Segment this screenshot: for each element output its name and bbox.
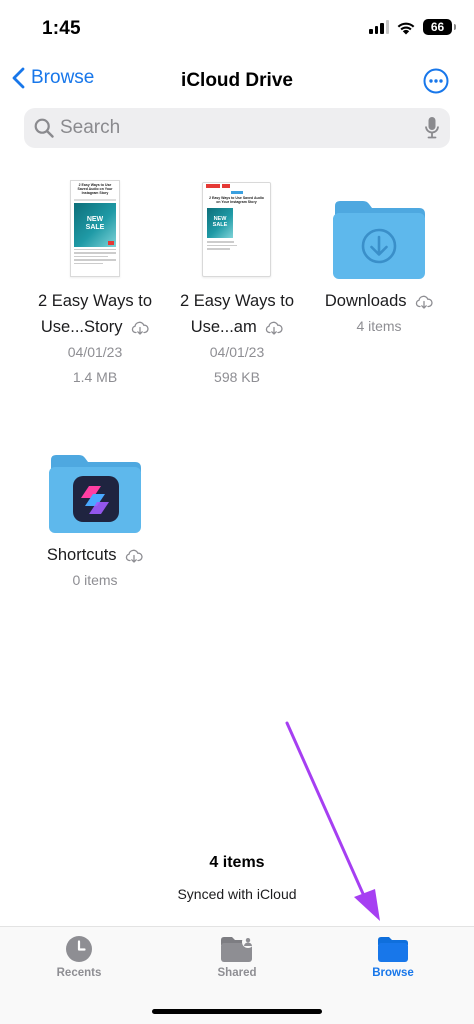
thumbnail-badge-sale: SALE [212,222,228,229]
search-input[interactable] [60,117,424,139]
tab-browse[interactable]: Browse [333,935,453,979]
tab-bar: Recents Shared Browse [0,926,474,1024]
navigation-bar: Browse iCloud Drive [0,58,474,106]
thumbnail-badge-new: NEW [86,215,104,223]
file-date: 04/01/23 [67,344,123,360]
home-indicator[interactable] [152,1009,322,1014]
thumbnail-image: NEW SALE [74,202,116,247]
folder-name: Downloads [324,292,407,310]
page-title: iCloud Drive [181,70,293,91]
file-name: 2 Easy Ways to [179,292,294,310]
battery-indicator: 66 [423,19,456,35]
file-size: 598 KB [214,369,260,385]
status-icons: 66 [369,19,456,35]
file-item[interactable]: 2 Easy Ways to Use Saved Audio on Your I… [24,176,166,396]
folder-item-downloads[interactable]: Downloads 4 items [308,176,450,346]
item-count: 4 items [209,854,265,871]
folder-icon [378,937,408,962]
file-name-line2: Use...am [190,318,257,336]
shared-folder-icon [221,936,254,962]
file-name: 2 Easy Ways to [37,292,152,310]
tab-label: Browse [372,967,414,979]
document-thumbnail: 2 Easy Ways to Use Saved Audio on Your I… [70,180,120,277]
thumbnail-heading: 2 Easy Ways to Use Saved Audio on Your I… [209,196,264,205]
cloud-download-icon [266,321,283,335]
tab-label: Recents [56,967,102,979]
search-bar[interactable] [24,108,450,148]
tab-recents[interactable]: Recents [19,935,139,979]
wifi-icon [397,22,415,34]
clock-icon [66,936,92,962]
thumbnail-heading: 2 Easy Ways to Use Saved Audio on Your I… [77,183,113,196]
cloud-download-icon [131,321,149,335]
tab-label: Shared [217,967,257,979]
cloud-download-icon [415,295,433,309]
status-bar: 1:45 66 [0,0,474,58]
file-size: 1.4 MB [72,369,118,385]
file-date: 04/01/23 [209,344,265,360]
folder-item-shortcuts[interactable]: Shortcuts 0 items [24,430,166,600]
folder-name: Shortcuts [46,546,117,564]
cloud-download-icon [125,549,143,563]
file-name-line2: Use...Story [40,318,123,336]
more-options-icon[interactable] [423,68,449,94]
sync-status: Synced with iCloud [177,886,297,902]
search-icon [34,118,54,138]
folder-count: 4 items [356,318,402,334]
status-time: 1:45 [42,18,81,39]
cellular-signal-icon [369,20,389,34]
document-thumbnail: 2 Easy Ways to Use Saved Audio on Your I… [202,182,271,277]
microphone-icon[interactable] [424,116,440,140]
shortcuts-folder-icon [49,455,141,533]
thumbnail-badge-sale: SALE [85,223,105,231]
downloads-folder-icon [333,201,425,279]
tab-shared[interactable]: Shared [177,935,297,979]
file-item[interactable]: 2 Easy Ways to Use Saved Audio on Your I… [166,176,308,396]
folder-count: 0 items [72,572,118,588]
